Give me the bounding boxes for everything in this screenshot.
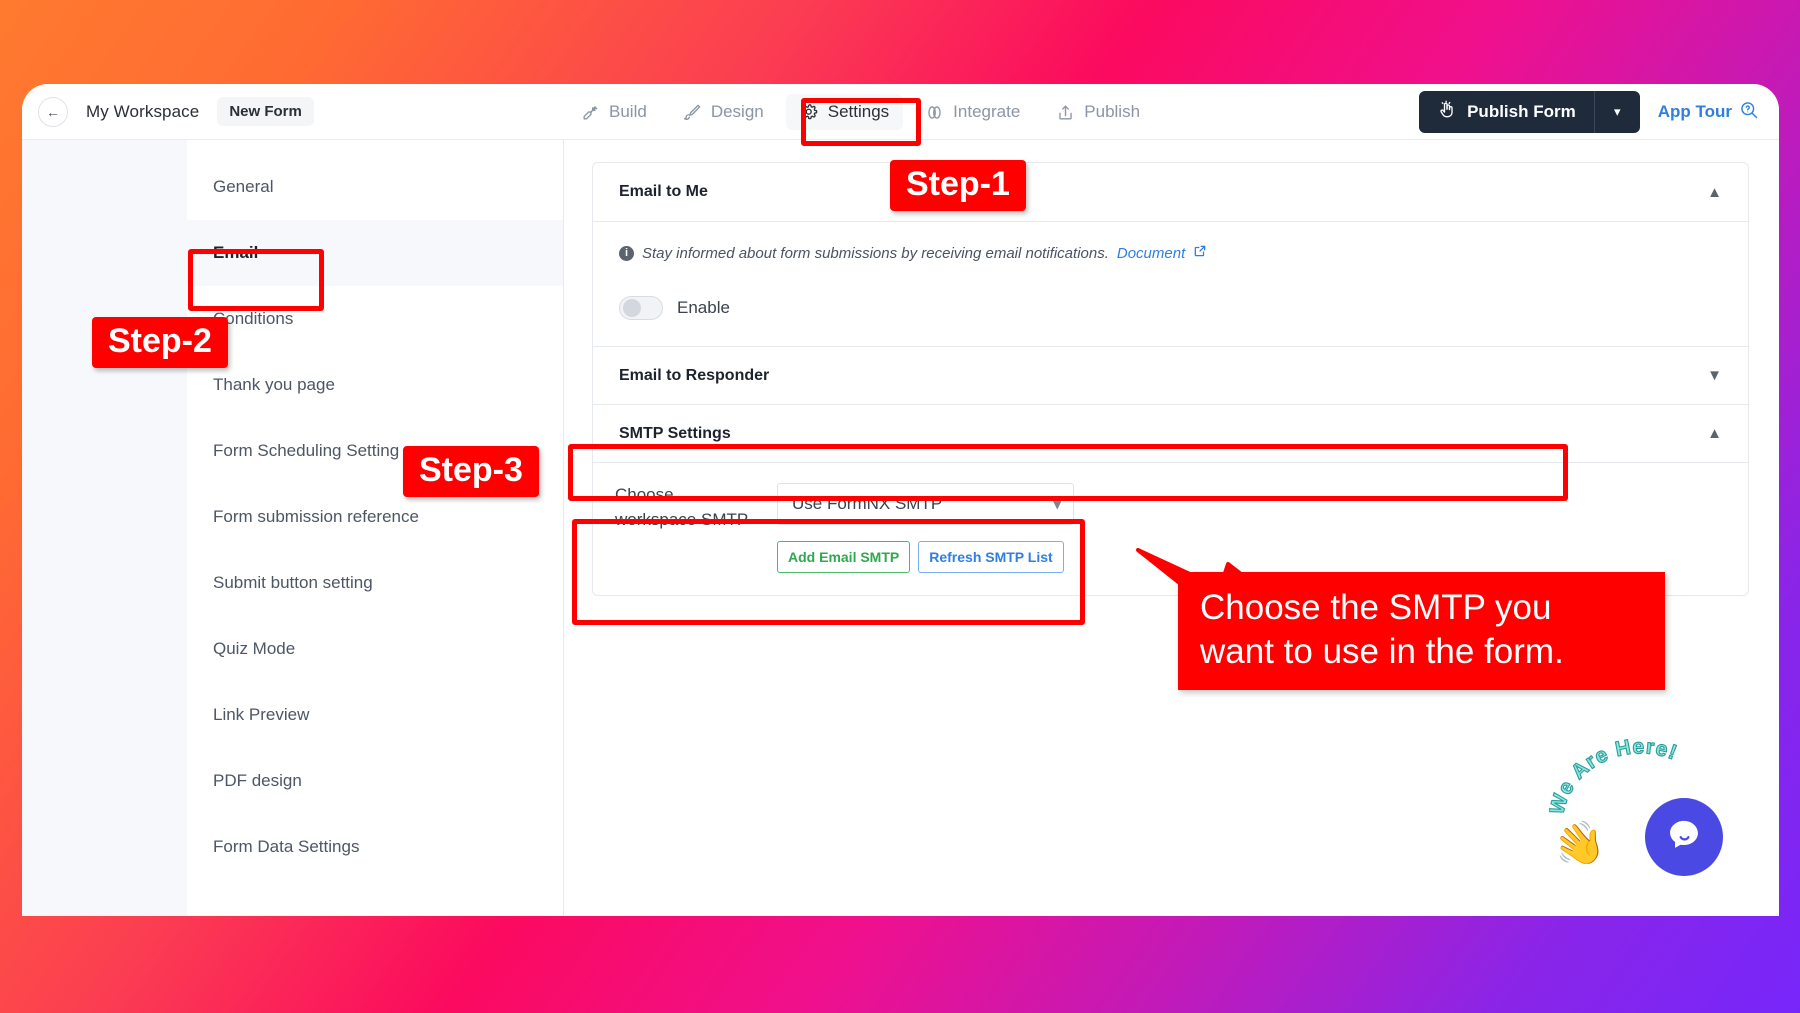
chevron-down-icon: ▾ xyxy=(1613,104,1621,119)
left-rail xyxy=(22,140,187,916)
sidebar-item-label: Form Scheduling Setting xyxy=(213,441,400,460)
tab-label: Design xyxy=(710,102,764,121)
sidebar-item-label: Email xyxy=(213,243,259,262)
sidebar-item-pdf-design[interactable]: PDF design xyxy=(187,748,563,814)
tab-integrate[interactable]: Integrate xyxy=(911,94,1034,130)
top-bar-right: Publish Form ▾ App Tour xyxy=(1419,84,1779,140)
smtp-settings-title: SMTP Settings xyxy=(619,424,731,442)
email-to-responder-header[interactable]: Email to Responder ▼ xyxy=(593,346,1748,404)
sidebar-item-label: Thank you page xyxy=(213,375,335,394)
publish-dropdown-toggle[interactable]: ▾ xyxy=(1593,91,1640,133)
info-icon: i xyxy=(619,245,634,261)
enable-toggle-row: Enable xyxy=(619,296,1722,320)
smtp-settings-header[interactable]: SMTP Settings ▲ xyxy=(593,404,1748,462)
brush-icon xyxy=(683,103,702,122)
publish-form-group: Publish Form ▾ xyxy=(1419,91,1640,133)
tab-label: Publish xyxy=(1084,102,1141,121)
main-tabs: Build Design Settings Integrate Publish xyxy=(567,84,1154,140)
callout-box: Choose the SMTP you want to use in the f… xyxy=(1178,572,1665,690)
gear-icon xyxy=(800,103,819,122)
email-to-me-title: Email to Me xyxy=(619,183,708,200)
document-link[interactable]: Document xyxy=(1117,245,1185,262)
email-to-me-body: i Stay informed about form submissions b… xyxy=(593,221,1748,346)
publish-form-button[interactable]: Publish Form xyxy=(1419,91,1594,133)
step-3-badge: Step-3 xyxy=(403,446,539,498)
sidebar-item-label: Form submission reference xyxy=(213,507,419,526)
step-1-badge: Step-1 xyxy=(890,160,1026,212)
chevron-down-icon: ▾ xyxy=(1053,496,1061,513)
sidebar-item-label: Link Preview xyxy=(213,705,310,724)
sidebar-item-label: PDF design xyxy=(213,771,302,790)
workspace-name[interactable]: My Workspace xyxy=(86,102,199,122)
sidebar-item-label: Submit button setting xyxy=(213,573,373,592)
email-to-responder-title: Email to Responder xyxy=(619,366,770,384)
hand-click-icon xyxy=(1437,100,1457,125)
body-split: General Email Conditions Thank you page … xyxy=(22,140,1779,916)
form-name-chip[interactable]: New Form xyxy=(217,97,314,126)
enable-toggle[interactable] xyxy=(619,296,663,320)
tab-settings[interactable]: Settings xyxy=(785,94,904,130)
chat-bubble-icon xyxy=(1662,813,1706,862)
arrow-left-icon: ← xyxy=(46,103,60,120)
label-line-2: workspace SMTP xyxy=(615,509,749,529)
sidebar-item-form-data-settings[interactable]: Form Data Settings xyxy=(187,814,563,880)
sidebar-item-general[interactable]: General xyxy=(187,154,563,220)
sidebar-item-submit-button-setting[interactable]: Submit button setting xyxy=(187,550,563,616)
smtp-select[interactable]: Use FormNX SMTP ▾ xyxy=(777,483,1074,525)
step-2-badge: Step-2 xyxy=(92,317,228,369)
help-search-icon xyxy=(1739,100,1759,125)
back-button[interactable]: ← xyxy=(38,96,68,127)
toggle-knob xyxy=(623,299,641,317)
enable-toggle-label: Enable xyxy=(677,298,730,317)
sidebar-item-thank-you-page[interactable]: Thank you page xyxy=(187,352,563,418)
sidebar-item-label: Quiz Mode xyxy=(213,639,296,658)
upload-icon xyxy=(1056,103,1075,122)
callout-line-1: Choose the SMTP you xyxy=(1200,588,1552,627)
page-background: ← My Workspace New Form Build Design Set… xyxy=(0,0,1800,1013)
sidebar-item-label: Form Data Settings xyxy=(213,837,360,856)
hint-text: Stay informed about form submissions by … xyxy=(642,244,1109,262)
tab-label: Integrate xyxy=(953,102,1021,121)
link-icon xyxy=(925,103,944,122)
chevron-up-icon[interactable]: ▲ xyxy=(1707,184,1722,201)
top-bar: ← My Workspace New Form Build Design Set… xyxy=(22,84,1779,140)
sidebar-item-link-preview[interactable]: Link Preview xyxy=(187,682,563,748)
chevron-down-icon[interactable]: ▼ xyxy=(1707,367,1722,384)
add-email-smtp-button[interactable]: Add Email SMTP xyxy=(777,541,911,573)
tab-design[interactable]: Design xyxy=(669,94,778,130)
tab-build[interactable]: Build xyxy=(567,94,661,130)
sidebar-item-quiz-mode[interactable]: Quiz Mode xyxy=(187,616,563,682)
tab-publish[interactable]: Publish xyxy=(1042,94,1154,130)
sidebar-item-conditions[interactable]: Conditions xyxy=(187,286,563,352)
chat-widget: We Are Here! 👋 xyxy=(1548,734,1733,884)
settings-sidebar: General Email Conditions Thank you page … xyxy=(187,140,564,916)
callout-line-2: want to use in the form. xyxy=(1200,631,1564,671)
app-tour-button[interactable]: App Tour xyxy=(1640,84,1779,140)
sidebar-item-label: General xyxy=(213,177,274,196)
publish-form-label: Publish Form xyxy=(1467,102,1576,121)
smtp-select-value: Use FormNX SMTP xyxy=(792,494,943,513)
external-link-icon[interactable] xyxy=(1193,244,1207,262)
app-tour-label: App Tour xyxy=(1657,102,1732,121)
choose-workspace-smtp-label: Choose workspace SMTP xyxy=(593,483,773,532)
wrench-icon xyxy=(581,103,600,122)
label-line-1: Choose xyxy=(615,485,674,504)
tab-label: Settings xyxy=(827,102,890,121)
chat-bubble-button[interactable] xyxy=(1645,798,1723,876)
tab-label: Build xyxy=(609,102,647,121)
sidebar-item-email[interactable]: Email xyxy=(187,220,563,286)
email-to-me-header[interactable]: Email to Me ▲ xyxy=(593,163,1748,221)
chevron-up-icon[interactable]: ▲ xyxy=(1707,425,1722,442)
email-to-me-hint: i Stay informed about form submissions b… xyxy=(619,244,1722,262)
